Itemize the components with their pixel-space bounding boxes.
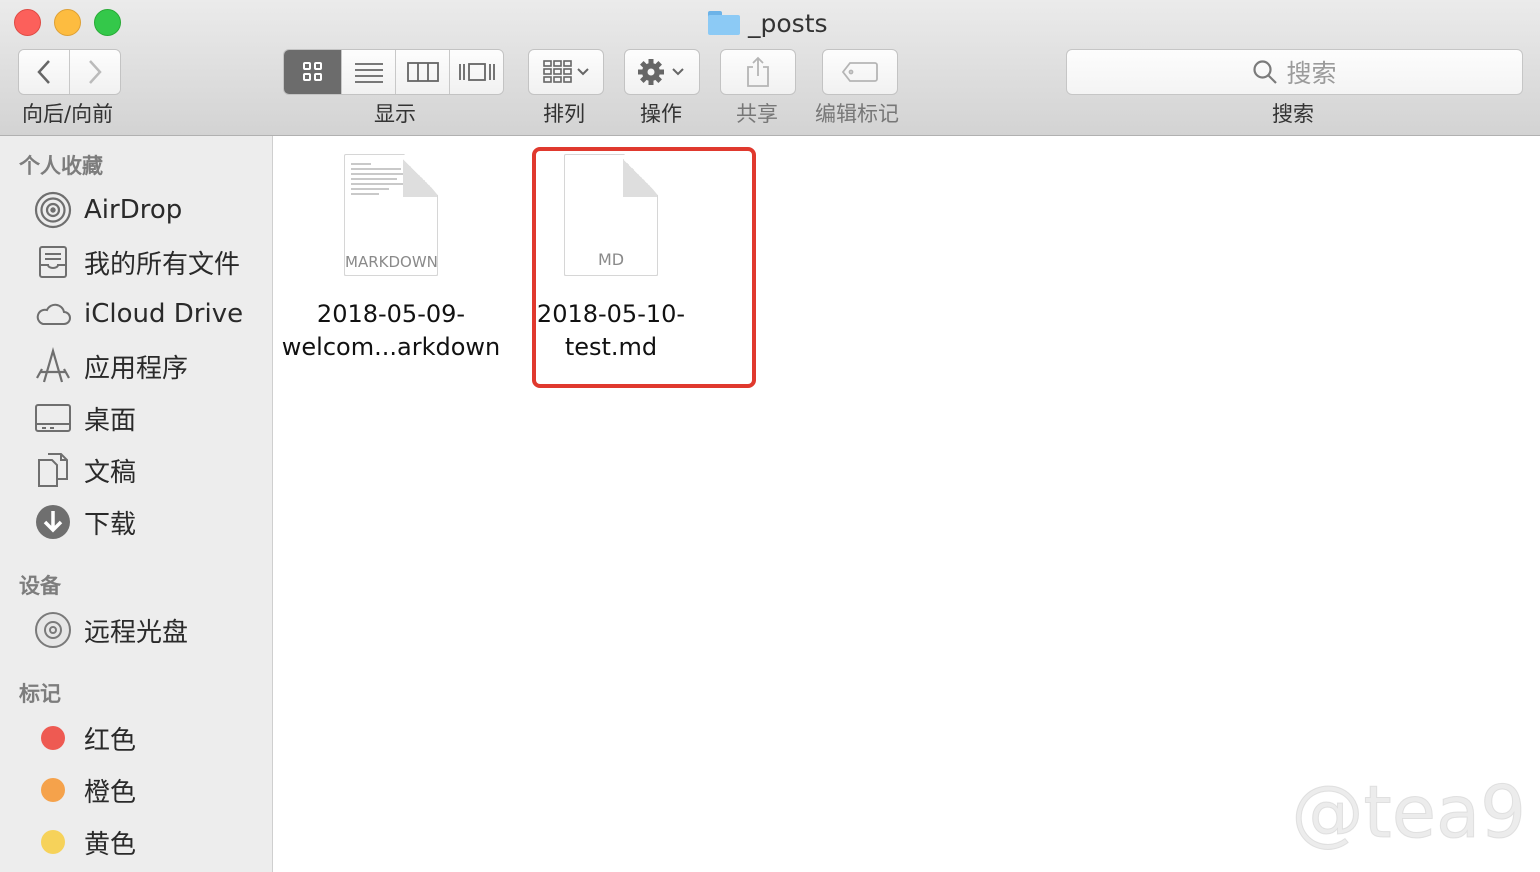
sidebar-tag-red[interactable]: 红色 [34,716,136,760]
devices-header: 设备 [19,574,61,598]
sidebar-item-label: 我的所有文件 [84,249,241,280]
close-button[interactable] [14,9,41,36]
sidebar-item-remote-disc[interactable]: 远程光盘 [34,608,188,652]
edit-tags-label: 编辑标记 [815,102,899,126]
search-field[interactable]: 搜索 [1066,49,1523,95]
sidebar-item-documents[interactable]: 文稿 [34,448,136,492]
minimize-button[interactable] [54,9,81,36]
window-title-text: _posts [748,8,828,38]
sidebar-tag-yellow[interactable]: 黄色 [34,820,136,864]
folder-icon [708,11,740,35]
file-name: 2018-05-09- welcom...arkdown [281,298,501,364]
file-ext-label: MARKDOWN [345,253,438,271]
icon-view-button[interactable] [284,50,342,94]
cloud-icon [34,295,72,333]
sidebar-item-label: 橙色 [84,777,137,808]
red-tag-dot [34,719,72,757]
sidebar: 个人收藏 AirDrop 我的所有文件 iCloud Drive 应用程序 桌面… [0,136,273,872]
tag-icon [841,62,878,82]
sidebar-item-label: 应用程序 [84,353,189,384]
sidebar-item-label: iCloud Drive [84,299,244,329]
zoom-button[interactable] [94,9,121,36]
forward-button[interactable] [69,50,120,94]
list-icon [354,63,383,83]
nav-label: 向后/向前 [22,102,114,126]
toolbar: _posts 向后/向前 显示 排列 操作 共享 编辑标记 搜索 搜索 [0,0,1540,136]
arrange-button[interactable] [528,49,604,95]
edit-tags-button[interactable] [822,49,898,95]
chevron-left-icon [37,60,50,84]
coverflow-icon [458,63,495,81]
columns-icon [406,62,439,82]
sidebar-item-label: 红色 [84,725,137,756]
airdrop-icon [34,191,72,229]
sidebar-item-downloads[interactable]: 下载 [34,500,136,544]
file-name-line2: welcom...arkdown [281,333,501,361]
disc-icon [34,611,72,649]
arrange-label: 排列 [543,102,585,126]
search-icon [1253,60,1278,84]
column-view-button[interactable] [396,50,450,94]
search-placeholder: 搜索 [1286,59,1337,88]
chevron-right-icon [88,60,102,84]
share-label: 共享 [736,102,778,126]
markdown-file-icon: MARKDOWN [344,154,438,276]
gear-icon [638,59,684,85]
sidebar-item-desktop[interactable]: 桌面 [34,396,136,440]
sidebar-tag-orange[interactable]: 橙色 [34,768,136,812]
window-title: _posts [708,6,828,40]
file-name-line1: 2018-05-09- [316,300,466,328]
share-button[interactable] [720,49,796,95]
annotation-highlight-box [532,147,756,388]
view-label: 显示 [374,102,416,126]
sidebar-item-applications[interactable]: 应用程序 [34,344,188,388]
sidebar-item-label: 桌面 [84,405,137,436]
watermark: @tea9 [1291,770,1526,855]
back-button[interactable] [19,50,70,94]
tags-header: 标记 [19,682,61,706]
documents-icon [34,451,72,489]
orange-tag-dot [34,771,72,809]
sidebar-item-icloud-drive[interactable]: iCloud Drive [34,292,243,336]
download-icon [34,503,72,541]
sidebar-item-label: 文稿 [84,457,137,488]
view-switcher [283,49,504,95]
desktop-icon [34,399,72,437]
sidebar-item-label: 黄色 [84,829,137,860]
arrange-grid-icon [543,60,589,83]
sidebar-item-label: AirDrop [84,195,183,225]
nav-buttons [18,49,121,95]
all-files-icon [34,243,72,281]
grid-icon [302,62,322,81]
sidebar-item-label: 远程光盘 [84,617,189,648]
sidebar-item-label: 下载 [84,509,137,540]
share-icon [747,56,769,87]
applications-icon [34,347,72,385]
favorites-header: 个人收藏 [19,154,103,178]
yellow-tag-dot [34,823,72,861]
list-view-button[interactable] [342,50,396,94]
action-button[interactable] [624,49,700,95]
sidebar-item-airdrop[interactable]: AirDrop [34,188,182,232]
gallery-view-button[interactable] [450,50,503,94]
search-label: 搜索 [1272,102,1314,126]
sidebar-item-all-files[interactable]: 我的所有文件 [34,240,240,284]
file-item[interactable]: MARKDOWN 2018-05-09- welcom...arkdown [281,154,501,364]
action-label: 操作 [640,102,682,126]
